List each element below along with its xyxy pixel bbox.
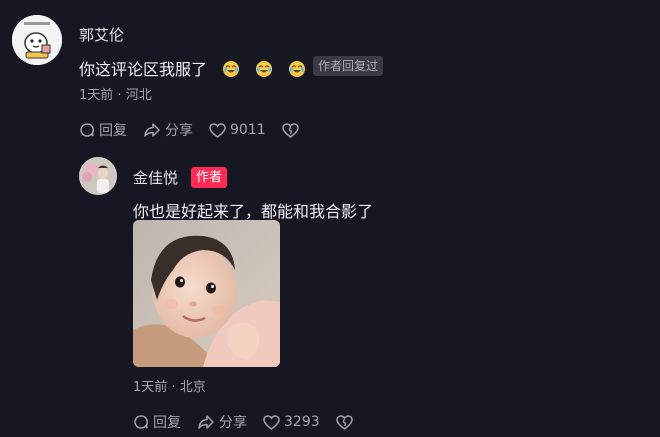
dislike-button[interactable]	[281, 122, 303, 138]
commenter-avatar[interactable]	[12, 15, 62, 65]
laughing-crying-emoji-icon	[288, 60, 306, 78]
share-button[interactable]: 分享	[143, 120, 193, 140]
reply-time: 1天前	[133, 380, 168, 395]
like-count: 3293	[284, 414, 320, 430]
replier-avatar[interactable]	[79, 157, 117, 195]
heart-icon	[209, 122, 226, 138]
comment-actions: 回复 分享 9011	[79, 120, 319, 140]
commenter-username[interactable]: 郭艾伦	[79, 24, 124, 45]
reply-bubble-icon	[80, 123, 95, 137]
reply-label: 回复	[153, 415, 181, 431]
dislike-button[interactable]	[335, 414, 357, 430]
comment-text: 你这评论区我服了	[79, 56, 306, 80]
comment-body: 你这评论区我服了	[79, 60, 208, 79]
replier-username[interactable]: 金佳悦	[133, 167, 178, 188]
reply-label: 回复	[99, 123, 127, 139]
share-label: 分享	[165, 123, 193, 139]
reply-text: 你也是好起来了，都能和我合影了	[133, 202, 374, 221]
like-button[interactable]: 9011	[209, 122, 266, 138]
share-button[interactable]: 分享	[197, 412, 247, 432]
meta-separator: ·	[117, 88, 126, 103]
like-button[interactable]: 3293	[263, 414, 320, 430]
dislike-broken-heart-icon	[281, 122, 299, 138]
like-count: 9011	[230, 122, 266, 138]
reply-actions: 回复 分享 3293	[133, 412, 373, 432]
comment-location: 河北	[125, 88, 152, 103]
reply-button[interactable]: 回复	[133, 412, 181, 432]
meta-separator: ·	[171, 380, 180, 395]
author-replied-badge: 作者回复过	[313, 56, 384, 76]
reply-photo[interactable]	[133, 220, 280, 367]
laughing-crying-emoji-icon	[255, 60, 273, 78]
reply-location: 北京	[179, 380, 206, 395]
share-label: 分享	[219, 415, 247, 431]
share-arrow-icon	[198, 415, 214, 429]
reply-button[interactable]: 回复	[79, 120, 127, 140]
comment-meta: 1天前 · 河北	[79, 84, 152, 103]
author-badge: 作者	[191, 167, 228, 188]
reply-bubble-icon	[134, 415, 149, 429]
share-arrow-icon	[144, 123, 160, 137]
dislike-broken-heart-icon	[335, 414, 353, 430]
comment-time: 1天前	[79, 88, 114, 103]
laughing-crying-emoji-icon	[222, 60, 240, 78]
reply-meta: 1天前 · 北京	[133, 376, 206, 395]
heart-icon	[263, 414, 280, 430]
